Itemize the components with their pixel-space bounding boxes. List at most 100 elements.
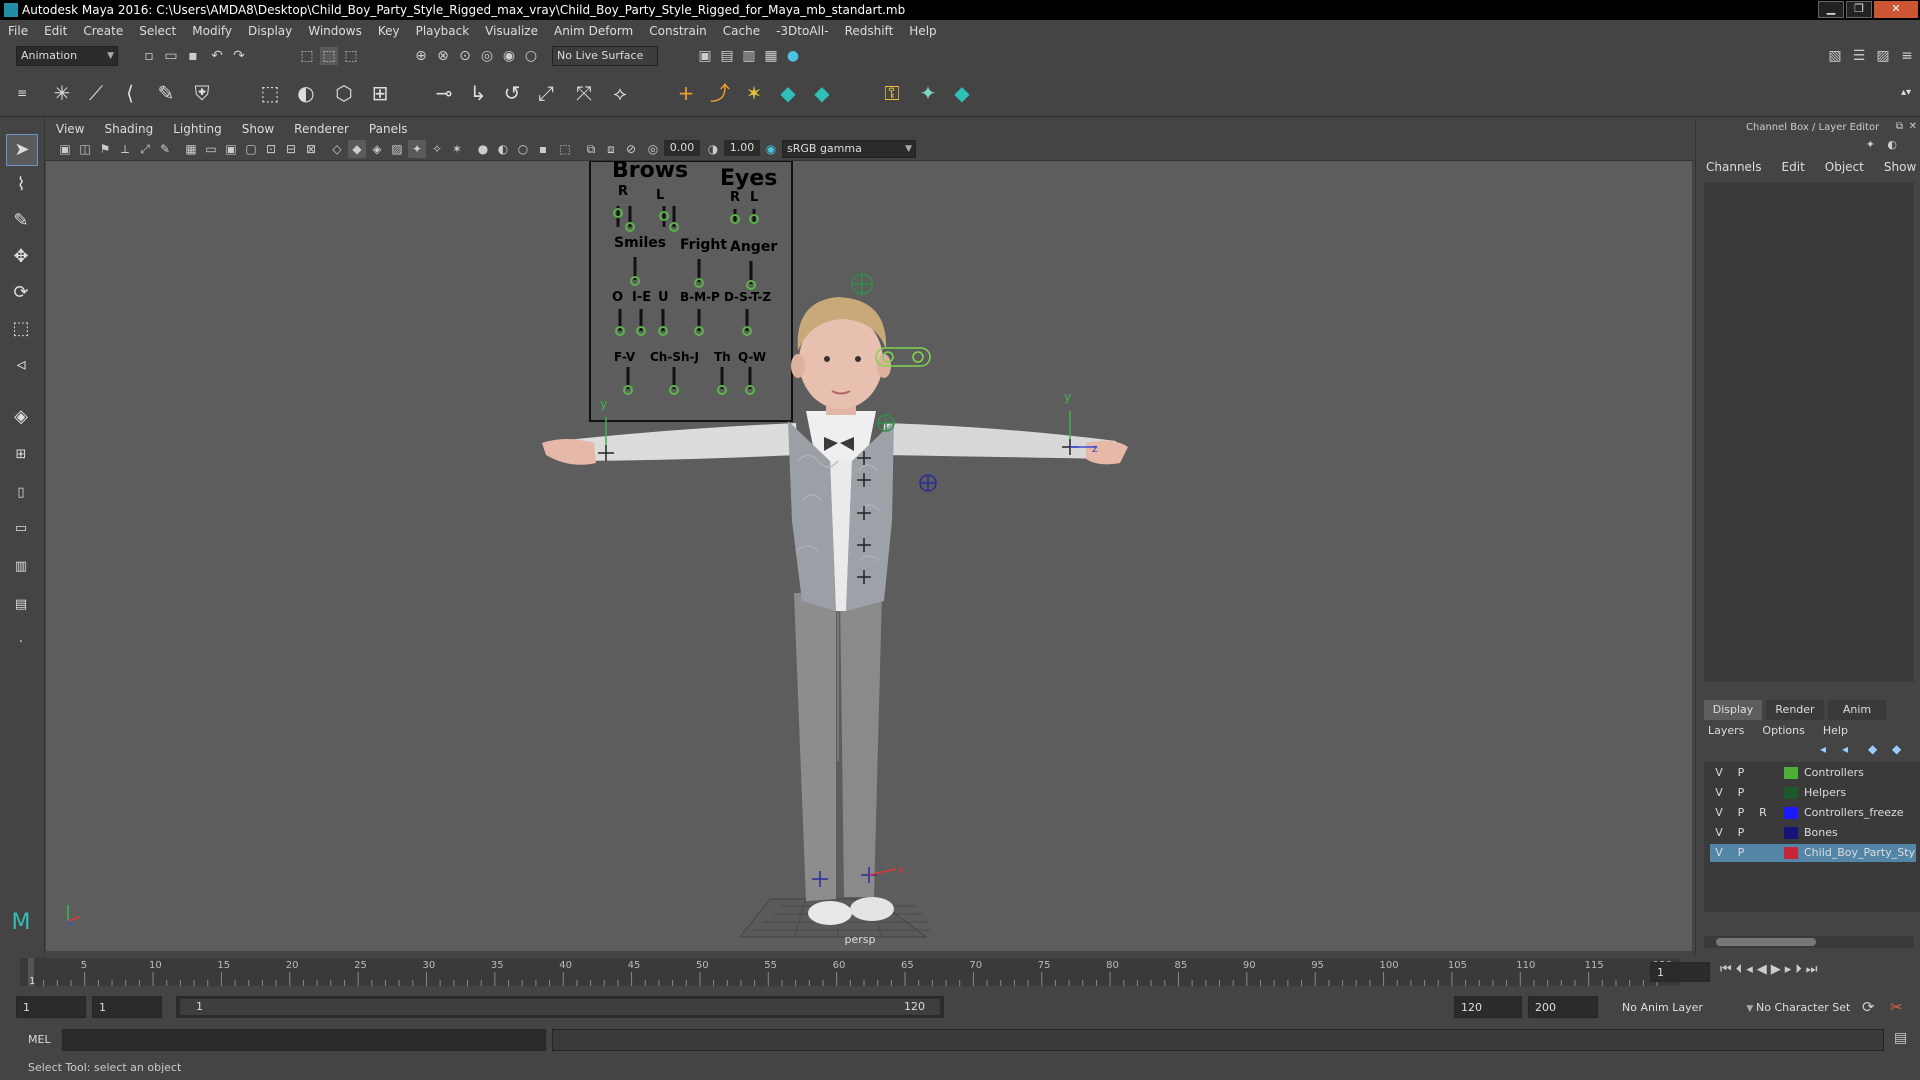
menu-display[interactable]: Display (240, 24, 300, 38)
step-back-key-icon[interactable]: ⏴ (1736, 962, 1743, 977)
motion-blur-icon[interactable]: ● (474, 140, 492, 158)
channel-menu-object[interactable]: Object (1825, 160, 1864, 178)
redo-icon[interactable]: ↷ (230, 47, 248, 65)
view-transform-dropdown[interactable]: sRGB gamma ▼ (782, 140, 916, 158)
menu-cache[interactable]: Cache (715, 24, 768, 38)
layer-visibility-toggle[interactable]: V (1710, 764, 1728, 782)
set-key-icon[interactable]: ⚿ (878, 79, 906, 107)
live-surface-field[interactable]: No Live Surface (552, 46, 658, 66)
menu-3dtoall[interactable]: -3DtoAll- (768, 24, 836, 38)
xray-active-icon[interactable]: ⧈ (602, 140, 620, 158)
use-all-lights-icon[interactable]: ✦ (408, 140, 426, 158)
lasso-tool-icon[interactable]: ⌇ (6, 170, 36, 200)
multisample-icon[interactable]: ◐ (494, 140, 512, 158)
viewport-menu-lighting[interactable]: Lighting (163, 122, 232, 136)
channel-list[interactable] (1704, 182, 1914, 682)
maximize-button[interactable]: ❐ (1846, 1, 1872, 18)
layer-row[interactable]: V P Bones (1710, 824, 1916, 842)
layer-color-swatch[interactable] (1784, 847, 1798, 859)
viewport-menu-shading[interactable]: Shading (94, 122, 163, 136)
layer-color-swatch[interactable] (1784, 827, 1798, 839)
outliner-layout-icon[interactable]: ▤ (6, 590, 36, 620)
exposure-field[interactable]: 0.00 (664, 140, 700, 156)
animation-end-field[interactable]: 200 (1528, 996, 1598, 1018)
menu-visualize[interactable]: Visualize (477, 24, 546, 38)
layer-row[interactable]: VP Child_Boy_Party_Style_ (1710, 844, 1916, 862)
ipr-render-icon[interactable]: ▥ (740, 47, 758, 65)
step-forward-frame-icon[interactable]: ▸ (1785, 962, 1792, 977)
paint-select-icon[interactable]: ✎ (6, 206, 36, 236)
channel-box-icon[interactable]: ≡ (1898, 47, 1916, 65)
viewport-menu-show[interactable]: Show (232, 122, 284, 136)
range-slider[interactable]: 1 120 (176, 996, 944, 1018)
panel-float-icon[interactable]: ⧉ (1896, 121, 1903, 132)
hik-icon[interactable]: ◆ (774, 79, 802, 107)
snap-curve-icon[interactable]: ⊗ (434, 47, 452, 65)
move-layer-down-icon[interactable]: ◂ (1842, 742, 1848, 756)
layer-menu-options[interactable]: Options (1762, 724, 1804, 740)
tab-render[interactable]: Render (1766, 700, 1824, 720)
perspective-viewport[interactable]: Brows Eyes R L R L Smiles Fright Anger O… (46, 161, 1692, 951)
rotate-tool-icon[interactable]: ⟳ (6, 278, 36, 308)
select-object-icon[interactable]: ⬚ (320, 47, 338, 65)
single-perspective-icon[interactable]: ◈ (6, 402, 36, 432)
scale-constraint-icon[interactable]: ⤢ (532, 79, 560, 107)
character-set-dropdown[interactable]: No Character Set (1756, 1001, 1850, 1014)
ik-handle-icon[interactable]: ⟋ (82, 79, 110, 107)
resolution-gate-icon[interactable]: ▣ (222, 140, 240, 158)
menu-edit[interactable]: Edit (36, 24, 75, 38)
play-backward-icon[interactable]: ◀ (1757, 962, 1767, 977)
new-layer-selected-icon[interactable]: ◆ (1892, 742, 1901, 756)
paint-weights-icon[interactable]: ✎ (152, 79, 180, 107)
film-gate-icon[interactable]: ▭ (202, 140, 220, 158)
command-input[interactable] (62, 1029, 546, 1051)
gamma-field[interactable]: 1.00 (724, 140, 760, 156)
render-frame-icon[interactable]: ▣ (696, 47, 714, 65)
last-tool-icon[interactable]: ◃ (6, 350, 36, 380)
mirror-joint-icon[interactable]: ⛨ (188, 79, 216, 107)
color-management-icon[interactable]: ◉ (762, 140, 780, 158)
attribute-editor-icon[interactable]: ☰ (1850, 47, 1868, 65)
open-scene-icon[interactable]: ▭ (162, 47, 180, 65)
animation-start-field[interactable]: 1 (16, 996, 86, 1018)
camera-attributes-icon[interactable]: ▣ (56, 140, 74, 158)
facial-gui-panel[interactable]: Brows Eyes R L R L Smiles Fright Anger O… (589, 161, 793, 422)
tab-display[interactable]: Display (1704, 700, 1762, 720)
field-chart-icon[interactable]: ⊡ (262, 140, 280, 158)
orient-constraint-icon[interactable]: ↺ (498, 79, 526, 107)
layer-row[interactable]: V P Controllers (1710, 764, 1916, 782)
menu-create[interactable]: Create (75, 24, 131, 38)
backface-icon[interactable]: ⊘ (622, 140, 640, 158)
ik-spline-icon[interactable]: ⟨ (116, 79, 144, 107)
safe-title-icon[interactable]: ⊠ (302, 140, 320, 158)
shelf-options-icon[interactable]: ≡ (8, 79, 36, 107)
layer-row[interactable]: V P Helpers (1710, 784, 1916, 802)
modeling-toolkit-icon[interactable]: ▧ (1826, 47, 1844, 65)
locator-icon[interactable]: + (672, 79, 700, 107)
channel-menu-edit[interactable]: Edit (1782, 160, 1805, 178)
gate-mask-icon[interactable]: ▢ (242, 140, 260, 158)
lattice-icon[interactable]: ⬡ (330, 79, 358, 107)
viewport-menu-view[interactable]: View (46, 122, 94, 136)
grid-icon[interactable]: ▦ (182, 140, 200, 158)
layer-scroll-thumb[interactable] (1716, 938, 1816, 946)
exposure-icon[interactable]: ◎ (644, 140, 662, 158)
auto-key-icon[interactable]: ⟳ (1862, 998, 1875, 1016)
layer-display-type-toggle[interactable]: R (1754, 804, 1772, 822)
layer-playback-toggle[interactable]: P (1732, 764, 1750, 782)
layer-menu-help[interactable]: Help (1823, 724, 1848, 740)
panel-tool-icon-2[interactable]: ◐ (1887, 138, 1897, 151)
hypershade-layout-icon[interactable]: ▥ (6, 552, 36, 582)
aim-constraint-icon[interactable]: ↳ (464, 79, 492, 107)
menu-key[interactable]: Key (370, 24, 408, 38)
anim-layer-dropdown[interactable]: No Anim Layer ▼ (1622, 1001, 1753, 1014)
render-sequence-icon[interactable]: ▤ (718, 47, 736, 65)
point-constraint-icon[interactable]: ⊸ (430, 79, 458, 107)
screen-ao-icon[interactable]: ✶ (448, 140, 466, 158)
step-forward-key-icon[interactable]: ⏵ (1795, 962, 1802, 977)
current-frame-field[interactable]: 1 (1650, 962, 1710, 982)
playback-start-field[interactable]: 1 (92, 996, 162, 1018)
layer-visibility-toggle[interactable]: V (1710, 824, 1728, 842)
select-hierarchy-icon[interactable]: ⬚ (298, 47, 316, 65)
grease-pencil-icon[interactable]: ✎ (156, 140, 174, 158)
